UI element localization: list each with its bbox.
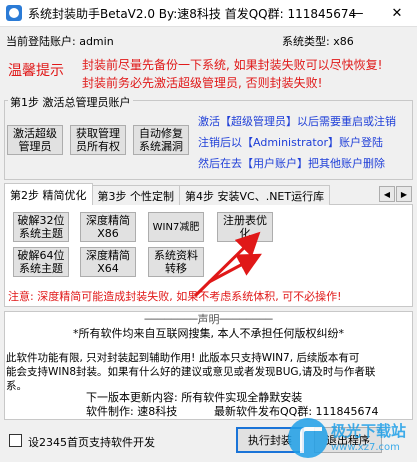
step1-info-2: 注销后以【Administrator】账户登陆 [198, 136, 383, 149]
release-group-label: 最新软件发布QQ群: 111845674 [214, 405, 379, 418]
migrate-user-data-button[interactable]: 系统资料 转移 [148, 247, 204, 277]
crack-64bit-theme-button[interactable]: 破解64位 系统主题 [13, 247, 69, 277]
tip-title: 温馨提示 [8, 63, 64, 79]
app-icon [6, 5, 22, 21]
tab-step4[interactable]: 第4步 安装VC、.NET运行库 [179, 185, 331, 205]
window-title: 系统封装助手BetaV2.0 By:速8科技 首发QQ群: 111845674 [28, 6, 357, 21]
notice-body-1: 此软件功能有限, 只对封装起到辅助作用! 此版本只支持WIN7, 后续版本有可 [6, 352, 360, 364]
watermark: 极光下载站 www.xz7.com [288, 418, 414, 460]
tab-step2[interactable]: 第2步 精简优化 [4, 183, 93, 205]
tip-line-2: 封装前务必先激活超级管理员, 否则封装失败! [82, 76, 323, 90]
tab-step3[interactable]: 第3步 个性定制 [91, 185, 180, 205]
step2-warning: 注意: 深度精简可能造成封装失败, 如果不考虑系统体积, 可不必操作! [8, 290, 342, 303]
tab-scroll-arrows: ◀ ▶ [379, 186, 413, 202]
close-button[interactable]: ✕ [377, 0, 417, 27]
fix-vulnerabilities-button[interactable]: 自动修复 系统漏洞 [133, 125, 189, 155]
tip-line-1: 封装前尽量先备份一下系统, 如果封装失败可以尽快恢复! [82, 58, 383, 72]
step1-info-3: 然后在去【用户账户】把其他账户删除 [198, 157, 385, 170]
notice-body-2: 能会支持WIN8封装。如果有什么好的建议或意见或者发现BUG,请及时与作者联 [6, 366, 376, 378]
take-ownership-button[interactable]: 获取管理 员所有权 [70, 125, 126, 155]
registry-optimize-button[interactable]: 注册表优 化 [217, 212, 273, 242]
tab-strip: 第2步 精简优化 第3步 个性定制 第4步 安装VC、.NET运行库 [4, 183, 331, 205]
win7-slim-button[interactable]: WIN7减肥 [148, 212, 204, 242]
author-label: 软件制作: 速8科技 [86, 405, 178, 418]
step1-label: 第1步 激活总管理员账户 [8, 94, 133, 110]
system-type-label: 系统类型: x86 [282, 35, 354, 48]
minimize-button[interactable]: — [337, 0, 377, 27]
current-user-label: 当前登陆账户: admin [6, 35, 114, 48]
notice-disclaimer: *所有软件均来自互联网搜集, 本人不承担任何版权纠纷* [73, 327, 344, 340]
step1-info-1: 激活【超级管理员】以后需要重启或注销 [198, 115, 396, 128]
title-bar: 系统封装助手BetaV2.0 By:速8科技 首发QQ群: 111845674 … [0, 0, 417, 27]
homepage-support-label: 设2345首页支持软件开发 [28, 436, 155, 449]
deep-slim-x86-button[interactable]: 深度精简 X86 [80, 212, 136, 242]
watermark-line-1: 极光下载站 [331, 422, 407, 440]
notice-body-3: 系。 [6, 380, 27, 392]
watermark-logo-icon [288, 418, 328, 458]
activate-admin-button[interactable]: 激活超级 管理员 [7, 125, 63, 155]
homepage-support-checkbox[interactable] [9, 434, 22, 447]
tab-scroll-left-icon[interactable]: ◀ [379, 186, 395, 202]
crack-32bit-theme-button[interactable]: 破解32位 系统主题 [13, 212, 69, 242]
deep-slim-x64-button[interactable]: 深度精简 X64 [80, 247, 136, 277]
tab-scroll-right-icon[interactable]: ▶ [396, 186, 412, 202]
watermark-line-2: www.xz7.com [331, 442, 400, 453]
